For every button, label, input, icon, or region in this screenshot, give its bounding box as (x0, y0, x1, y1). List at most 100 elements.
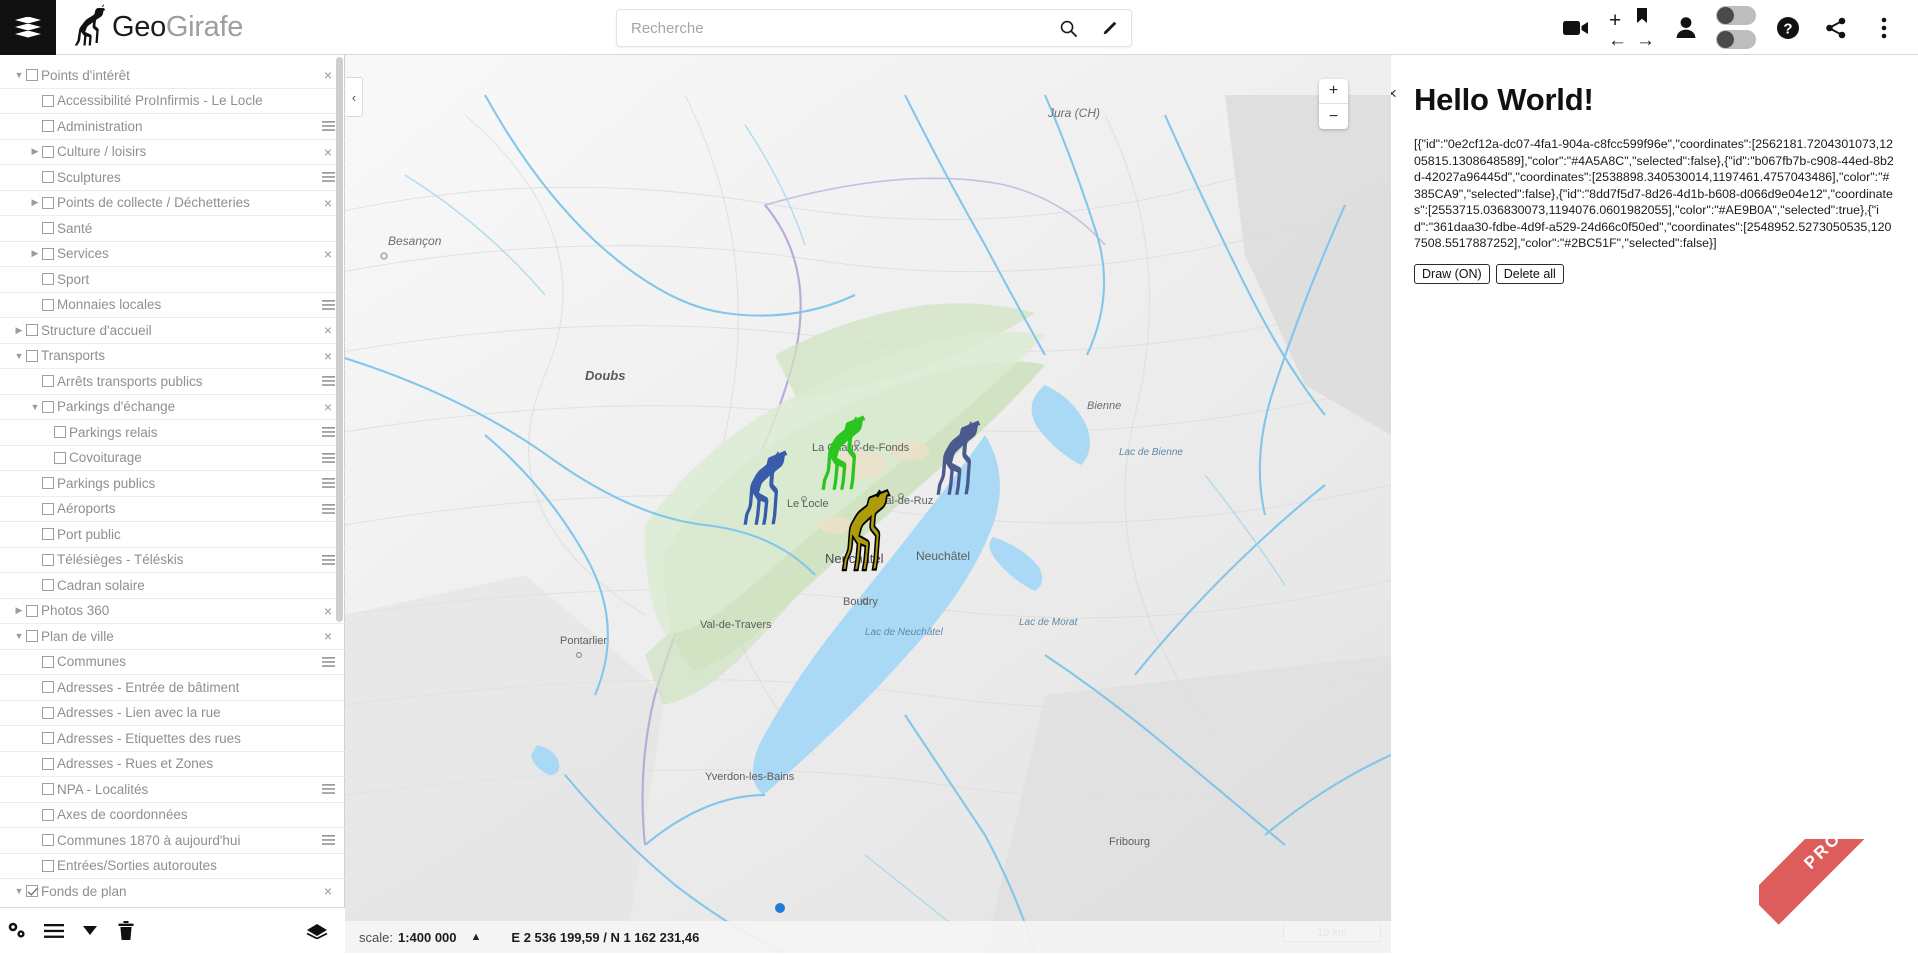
caret-down-icon[interactable] (72, 908, 108, 954)
layer-tree-row[interactable]: ▶Administration (0, 114, 345, 140)
layer-tree-row[interactable]: ▶Arrêts transports publics (0, 369, 345, 395)
add-icon[interactable]: + (1609, 10, 1621, 31)
layer-options-icon[interactable] (319, 369, 337, 394)
layer-checkbox[interactable] (42, 171, 54, 183)
layer-options-icon[interactable] (319, 828, 337, 853)
layer-tree-row[interactable]: ▶Sport (0, 267, 345, 293)
layer-tree-row[interactable]: ▶Adresses - Rues et Zones (0, 752, 345, 778)
remove-layer-icon[interactable]: × (319, 63, 337, 88)
map-view[interactable]: Jura (CH)BesançonDoubsBienneLa Chaux-de-… (345, 55, 1391, 953)
layer-checkbox[interactable] (42, 681, 54, 693)
layer-checkbox[interactable] (42, 528, 54, 540)
layer-tree-row[interactable]: ▶Entrées/Sorties autoroutes (0, 854, 345, 880)
layer-options-icon[interactable] (319, 114, 337, 139)
layer-checkbox[interactable] (42, 834, 54, 846)
layer-tree-row[interactable]: ▶Adresses - Entrée de bâtiment (0, 675, 345, 701)
remove-layer-icon[interactable]: × (319, 191, 337, 216)
layer-checkbox[interactable] (26, 885, 38, 897)
share-icon[interactable] (1812, 0, 1860, 55)
scale-caret-icon[interactable]: ▲ (471, 931, 482, 943)
layer-tree-row[interactable]: ▼Transports× (0, 344, 345, 370)
draw-toggle-button[interactable]: Draw (ON) (1414, 264, 1490, 284)
layer-checkbox[interactable] (26, 69, 38, 81)
layer-tree-row[interactable]: ▶Services× (0, 242, 345, 268)
layer-checkbox[interactable] (42, 146, 54, 158)
layer-checkbox[interactable] (42, 732, 54, 744)
map-canvas[interactable]: Jura (CH)BesançonDoubsBienneLa Chaux-de-… (345, 55, 1391, 953)
remove-layer-icon[interactable]: × (319, 140, 337, 165)
layer-tree-row[interactable]: ▼Plan de ville× (0, 624, 345, 650)
layer-options-icon[interactable] (319, 165, 337, 190)
layer-tree-row[interactable]: ▶Communes 1870 à aujourd'hui (0, 828, 345, 854)
layer-tree-row[interactable]: ▶NPA - Localités (0, 777, 345, 803)
search-bar[interactable] (616, 9, 1132, 47)
caret-down-icon[interactable]: ▼ (12, 344, 26, 369)
remove-layer-icon[interactable]: × (319, 879, 337, 898)
layer-tree-row[interactable]: ▶Cadran solaire (0, 573, 345, 599)
layer-options-icon[interactable] (319, 497, 337, 522)
caret-down-icon[interactable]: ▼ (12, 879, 26, 898)
caret-down-icon[interactable]: ▼ (12, 63, 26, 88)
layer-options-icon[interactable] (319, 420, 337, 445)
layer-tree-row[interactable]: ▶Covoiturage (0, 446, 345, 472)
layer-tree-row[interactable]: ▶Aéroports (0, 497, 345, 523)
layer-checkbox[interactable] (26, 350, 38, 362)
layer-checkbox[interactable] (42, 299, 54, 311)
layer-tree-row[interactable]: ▶Points de collecte / Déchetteries× (0, 191, 345, 217)
list-menu-icon[interactable] (36, 908, 72, 954)
caret-right-icon[interactable]: ▶ (28, 191, 42, 216)
toggle-switch-2[interactable] (1716, 30, 1756, 49)
layer-tree-row[interactable]: ▶Parkings publics (0, 471, 345, 497)
layer-checkbox[interactable] (42, 503, 54, 515)
layer-checkbox[interactable] (42, 579, 54, 591)
caret-right-icon[interactable]: ▶ (28, 242, 42, 267)
search-input[interactable] (617, 20, 1047, 37)
layer-checkbox[interactable] (42, 707, 54, 719)
toggle-switches[interactable] (1710, 0, 1764, 55)
layer-tree-row[interactable]: ▶Axes de coordonnées (0, 803, 345, 829)
trash-icon[interactable] (108, 908, 144, 954)
tree-scrollbar[interactable] (336, 57, 343, 895)
nav-pad[interactable]: + ← → (1600, 0, 1662, 55)
sidebar-collapse-button[interactable]: ‹ (346, 77, 363, 117)
layer-checkbox[interactable] (42, 375, 54, 387)
remove-layer-icon[interactable]: × (319, 599, 337, 624)
zoom-in-button[interactable]: + (1319, 79, 1348, 104)
back-arrow-icon[interactable]: ← (1608, 31, 1627, 50)
layer-checkbox[interactable] (26, 605, 38, 617)
layer-checkbox[interactable] (42, 860, 54, 872)
layer-checkbox[interactable] (54, 426, 66, 438)
layer-tree-row[interactable]: ▼Parkings d'échange× (0, 395, 345, 421)
layer-checkbox[interactable] (42, 273, 54, 285)
delete-all-button[interactable]: Delete all (1496, 264, 1564, 284)
remove-layer-icon[interactable]: × (319, 242, 337, 267)
help-icon[interactable]: ? (1764, 0, 1812, 55)
forward-arrow-icon[interactable]: → (1636, 31, 1655, 50)
caret-right-icon[interactable]: ▶ (12, 318, 26, 343)
layer-checkbox[interactable] (42, 401, 54, 413)
layer-checkbox[interactable] (42, 95, 54, 107)
caret-right-icon[interactable]: ▶ (12, 599, 26, 624)
user-account-icon[interactable] (1662, 0, 1710, 55)
settings-gears-icon[interactable] (0, 908, 36, 954)
pencil-icon[interactable] (1089, 9, 1131, 47)
layer-tree-row[interactable]: ▶Photos 360× (0, 599, 345, 625)
toggle-switch-1[interactable] (1716, 6, 1756, 25)
bookmark-icon[interactable] (1636, 8, 1648, 27)
layer-tree-row[interactable]: ▶Communes (0, 650, 345, 676)
remove-layer-icon[interactable]: × (319, 318, 337, 343)
layer-checkbox[interactable] (42, 758, 54, 770)
zoom-controls[interactable]: + − (1319, 79, 1348, 129)
layer-options-icon[interactable] (319, 293, 337, 318)
layer-checkbox[interactable] (42, 477, 54, 489)
layer-checkbox[interactable] (54, 452, 66, 464)
layer-checkbox[interactable] (42, 554, 54, 566)
remove-layer-icon[interactable]: × (319, 344, 337, 369)
layer-tree-row[interactable]: ▶Parkings relais (0, 420, 345, 446)
search-icon[interactable] (1047, 9, 1089, 47)
overflow-menu-icon[interactable] (1860, 0, 1908, 55)
layer-checkbox[interactable] (42, 120, 54, 132)
layer-options-icon[interactable] (319, 471, 337, 496)
layer-checkbox[interactable] (26, 630, 38, 642)
layer-tree-row[interactable]: ▼Fonds de plan× (0, 879, 345, 898)
